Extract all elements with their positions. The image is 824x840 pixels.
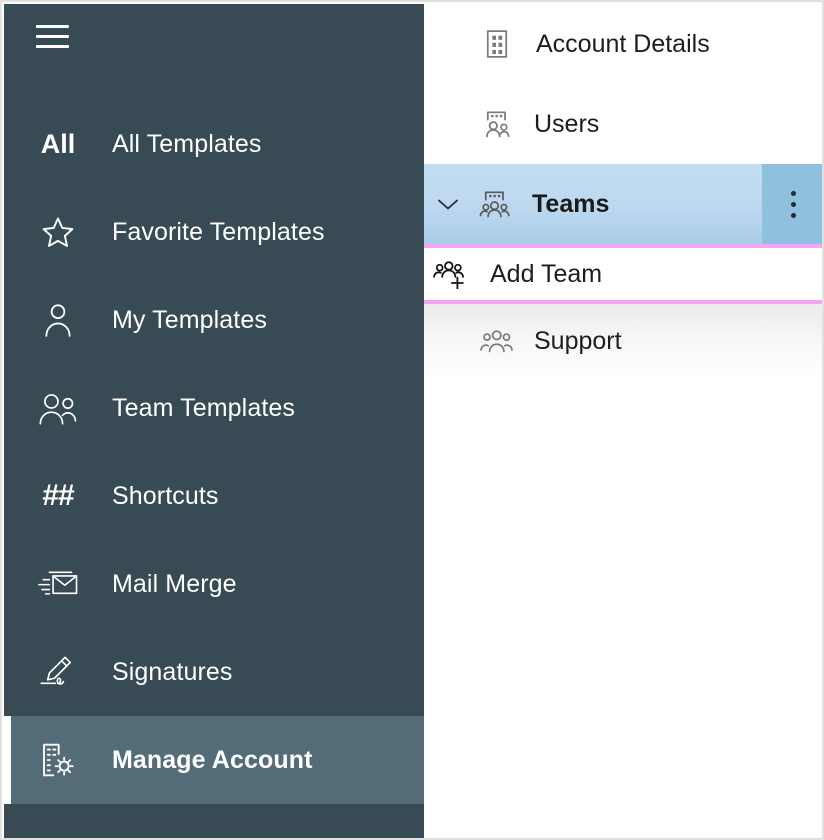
panel-item-label: Account Details xyxy=(536,29,710,58)
teams-board-icon xyxy=(472,184,518,224)
people-icon xyxy=(474,321,520,361)
panel-item-account-details[interactable]: Account Details xyxy=(424,4,822,84)
person-icon xyxy=(32,296,84,344)
kebab-dot xyxy=(790,212,796,218)
sidebar-nav-list: All All Templates Favorite Templates My … xyxy=(4,100,424,804)
panel-item-support[interactable]: Support xyxy=(424,304,822,378)
panel-item-users[interactable]: Users xyxy=(424,84,822,164)
sidebar-item-label: Shortcuts xyxy=(112,481,219,510)
app-window: All All Templates Favorite Templates My … xyxy=(0,0,824,840)
add-team-container: Add Team xyxy=(424,244,822,304)
building-gear-icon xyxy=(32,736,84,784)
account-nav-panel: Account Details Users Teams Add Team Sup… xyxy=(424,4,822,838)
sidebar-item-label: Mail Merge xyxy=(112,569,237,598)
panel-item-label: Teams xyxy=(532,189,610,218)
hamburger-bar xyxy=(36,25,69,28)
sidebar-item-label: All Templates xyxy=(112,129,262,158)
kebab-dot xyxy=(790,201,796,207)
left-sidebar: All All Templates Favorite Templates My … xyxy=(4,4,424,838)
users-board-icon xyxy=(474,104,520,144)
all-text-icon: All xyxy=(32,120,84,168)
panel-item-label: Users xyxy=(534,109,600,138)
panel-item-label: Support xyxy=(534,326,622,355)
mail-merge-icon xyxy=(32,560,84,608)
star-icon xyxy=(32,208,84,256)
sidebar-item-label: Signatures xyxy=(112,657,233,686)
people-icon xyxy=(32,384,84,432)
hash-icon: ## xyxy=(32,472,84,520)
building-icon xyxy=(474,24,520,64)
sidebar-item-mail-merge[interactable]: Mail Merge xyxy=(4,540,424,628)
sidebar-item-my-templates[interactable]: My Templates xyxy=(4,276,424,364)
sidebar-item-label: My Templates xyxy=(112,305,267,334)
sidebar-item-all-templates[interactable]: All All Templates xyxy=(4,100,424,188)
panel-item-add-team[interactable]: Add Team xyxy=(424,244,822,304)
panel-item-label: Add Team xyxy=(490,259,603,288)
hamburger-menu-icon[interactable] xyxy=(36,22,72,52)
sidebar-item-label: Manage Account xyxy=(112,745,313,774)
kebab-dot xyxy=(790,190,796,196)
all-glyph-text: All xyxy=(40,128,76,159)
hamburger-bar xyxy=(36,35,69,38)
sidebar-item-manage-account[interactable]: Manage Account xyxy=(4,716,424,804)
sidebar-item-label: Favorite Templates xyxy=(112,217,325,246)
panel-empty-area xyxy=(424,378,822,828)
sidebar-item-team-templates[interactable]: Team Templates xyxy=(4,364,424,452)
sidebar-item-signatures[interactable]: Signatures xyxy=(4,628,424,716)
chevron-down-icon[interactable] xyxy=(424,195,472,213)
panel-item-teams[interactable]: Teams xyxy=(424,164,822,244)
hash-glyph-text: ## xyxy=(42,479,74,512)
teams-more-options-button[interactable] xyxy=(762,164,822,244)
sidebar-item-label: Team Templates xyxy=(112,393,295,422)
sidebar-item-shortcuts[interactable]: ## Shortcuts xyxy=(4,452,424,540)
add-team-icon xyxy=(428,254,472,294)
hamburger-bar xyxy=(36,45,69,48)
pen-signature-icon xyxy=(32,648,84,696)
sidebar-item-favorite-templates[interactable]: Favorite Templates xyxy=(4,188,424,276)
